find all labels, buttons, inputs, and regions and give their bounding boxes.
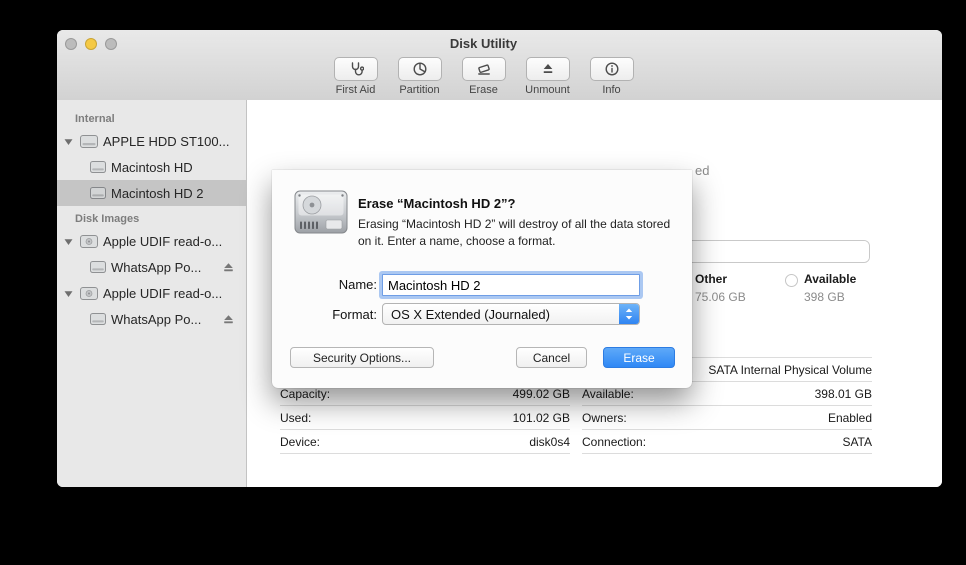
info-value: 101.02 GB — [513, 411, 570, 425]
format-dropdown[interactable]: OS X Extended (Journaled) — [382, 303, 640, 325]
toolbar-label: Erase — [469, 84, 498, 96]
volume-icon — [90, 261, 106, 273]
disk-icon — [80, 135, 98, 148]
eject-icon[interactable] — [223, 262, 234, 273]
info-value: SATA — [842, 435, 872, 449]
volume-icon — [90, 313, 106, 325]
disclosure-triangle-icon[interactable] — [64, 237, 74, 246]
info-label: Capacity: — [280, 387, 330, 401]
toolbar-label: First Aid — [336, 84, 376, 96]
info-value: disk0s4 — [529, 435, 570, 449]
toolbar-label: Info — [602, 84, 620, 96]
toolbar: First Aid Partition — [57, 57, 926, 96]
dropdown-stepper-icon — [619, 304, 639, 324]
toolbar-item-unmount: Unmount — [521, 57, 575, 96]
disclosure-triangle-icon[interactable] — [64, 289, 74, 298]
toolbar-item-first-aid: First Aid — [329, 57, 383, 96]
sidebar-item-label: Apple UDIF read-o... — [103, 234, 222, 249]
sidebar-item-apple-udif-2[interactable]: Apple UDIF read-o... — [57, 280, 246, 306]
erase-button[interactable] — [462, 57, 506, 81]
legend-dot-available — [785, 274, 798, 287]
info-row-device: Device: disk0s4 — [280, 430, 570, 454]
erase-dialog: Erase “Macintosh HD 2”? Erasing “Macinto… — [272, 170, 692, 388]
info-button[interactable] — [590, 57, 634, 81]
desktop-background: Disk Utility First Aid — [0, 0, 966, 565]
info-label: Device: — [280, 435, 320, 449]
partial-subtitle-text: ed — [695, 163, 709, 178]
info-label: Used: — [280, 411, 311, 425]
hard-drive-icon — [292, 186, 350, 245]
sidebar-item-whatsapp-2[interactable]: WhatsApp Po... — [57, 306, 246, 332]
info-label: Available: — [582, 387, 634, 401]
eraser-icon — [476, 61, 492, 77]
info-value: SATA Internal Physical Volume — [708, 363, 872, 377]
cancel-button[interactable]: Cancel — [516, 347, 587, 368]
legend-label-available: Available — [804, 272, 856, 286]
sidebar-section-disk-images: Disk Images — [57, 210, 246, 228]
disk-utility-window: Disk Utility First Aid — [57, 30, 942, 487]
disclosure-triangle-icon[interactable] — [64, 137, 74, 146]
toolbar-item-partition: Partition — [393, 57, 447, 96]
name-input[interactable] — [382, 274, 640, 296]
info-row-owners: Owners: Enabled — [582, 406, 872, 430]
sidebar-item-label: Macintosh HD 2 — [111, 186, 203, 201]
first-aid-button[interactable] — [334, 57, 378, 81]
name-field-label: Name: — [272, 277, 377, 292]
stethoscope-icon — [348, 61, 364, 77]
sidebar-item-label: Apple UDIF read-o... — [103, 286, 222, 301]
sidebar-item-whatsapp-1[interactable]: WhatsApp Po... — [57, 254, 246, 280]
sidebar-item-label: WhatsApp Po... — [111, 312, 201, 327]
legend-value-available: 398 GB — [804, 290, 845, 304]
volume-icon — [90, 161, 106, 173]
info-value: 398.01 GB — [815, 387, 872, 401]
info-label: Connection: — [582, 435, 646, 449]
unmount-button[interactable] — [526, 57, 570, 81]
sidebar-item-apple-hdd[interactable]: APPLE HDD ST100... — [57, 128, 246, 154]
sidebar-item-label: WhatsApp Po... — [111, 260, 201, 275]
toolbar-item-erase: Erase — [457, 57, 511, 96]
toolbar-label: Partition — [399, 84, 439, 96]
info-value: Enabled — [828, 411, 872, 425]
legend-label-other: Other — [695, 272, 727, 286]
toolbar-label: Unmount — [525, 84, 570, 96]
dialog-title: Erase “Macintosh HD 2”? — [358, 196, 516, 211]
sidebar: Internal APPLE HDD ST100... Macinto — [57, 100, 247, 487]
disk-image-icon — [80, 287, 98, 300]
info-icon — [604, 61, 620, 77]
volume-icon — [90, 187, 106, 199]
format-dropdown-value: OS X Extended (Journaled) — [391, 307, 550, 322]
sidebar-item-label: Macintosh HD — [111, 160, 193, 175]
sidebar-section-internal: Internal — [57, 110, 246, 128]
erase-confirm-button[interactable]: Erase — [603, 347, 675, 368]
info-value: 499.02 GB — [513, 387, 570, 401]
window-body: Internal APPLE HDD ST100... Macinto — [57, 100, 942, 487]
dialog-message: Erasing “Macintosh HD 2” will destroy of… — [358, 216, 680, 250]
titlebar[interactable]: Disk Utility — [57, 30, 942, 57]
window-header: Disk Utility First Aid — [57, 30, 942, 101]
sidebar-item-macintosh-hd[interactable]: Macintosh HD — [57, 154, 246, 180]
sidebar-item-label: APPLE HDD ST100... — [103, 134, 229, 149]
partition-button[interactable] — [398, 57, 442, 81]
info-row-connection: Connection: SATA — [582, 430, 872, 454]
eject-icon — [540, 61, 556, 77]
toolbar-item-info: Info — [585, 57, 639, 96]
sidebar-item-apple-udif-1[interactable]: Apple UDIF read-o... — [57, 228, 246, 254]
security-options-button[interactable]: Security Options... — [290, 347, 434, 368]
window-title: Disk Utility — [57, 36, 926, 51]
info-row-used: Used: 101.02 GB — [280, 406, 570, 430]
info-label: Owners: — [582, 411, 627, 425]
disk-image-icon — [80, 235, 98, 248]
partition-pie-icon — [412, 61, 428, 77]
sidebar-item-macintosh-hd-2[interactable]: Macintosh HD 2 — [57, 180, 246, 206]
legend-value-other: 75.06 GB — [695, 290, 746, 304]
eject-icon[interactable] — [223, 314, 234, 325]
format-field-label: Format: — [272, 307, 377, 322]
